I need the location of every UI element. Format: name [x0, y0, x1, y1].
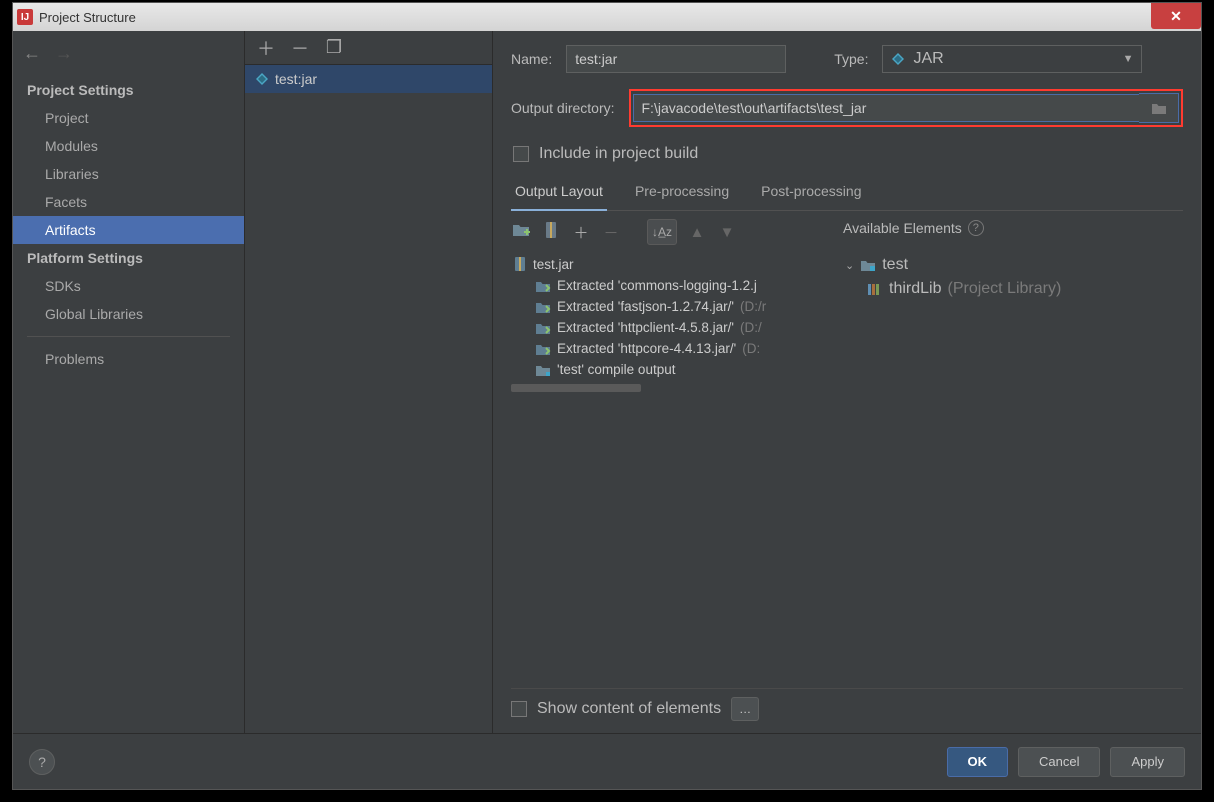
output-layout-tree: test.jar Extracted 'commons-logging-1.2.… — [511, 253, 825, 680]
tree-item-label: Extracted 'commons-logging-1.2.j — [557, 278, 757, 293]
artifact-toolbar: ＋ － ❐ — [245, 31, 492, 65]
jar-type-icon — [891, 52, 905, 66]
tree-item[interactable]: Extracted 'fastjson-1.2.74.jar/' (D:/r — [511, 296, 825, 317]
titlebar: IJ Project Structure ✕ — [13, 3, 1201, 31]
nav-arrows: ← → — [13, 39, 244, 76]
module-icon — [860, 258, 876, 272]
outdir-highlight — [629, 89, 1184, 127]
show-content-options-button[interactable]: … — [731, 697, 759, 721]
tree-item-label: 'test' compile output — [557, 362, 675, 377]
tree-item[interactable]: 'test' compile output — [511, 359, 825, 380]
available-module-label: test — [882, 256, 908, 274]
output-directory-input[interactable] — [633, 94, 1140, 122]
library-icon — [867, 282, 883, 296]
scrollbar-horizontal[interactable] — [511, 384, 641, 392]
ok-button[interactable]: OK — [947, 747, 1009, 777]
sidebar-separator — [27, 336, 230, 337]
show-content-checkbox[interactable] — [511, 701, 527, 717]
artifact-item[interactable]: test:jar — [245, 65, 492, 93]
folder-icon — [535, 363, 551, 377]
tab-pre-processing[interactable]: Pre-processing — [631, 177, 733, 210]
apply-button[interactable]: Apply — [1110, 747, 1185, 777]
tree-item[interactable]: Extracted 'commons-logging-1.2.j — [511, 275, 825, 296]
tabs: Output Layout Pre-processing Post-proces… — [511, 177, 1183, 211]
new-folder-button[interactable] — [511, 222, 531, 242]
name-label: Name: — [511, 51, 552, 67]
help-button[interactable]: ? — [29, 749, 55, 775]
tree-item[interactable]: Extracted 'httpclient-4.5.8.jar/' (D:/ — [511, 317, 825, 338]
sidebar-item-libraries[interactable]: Libraries — [13, 160, 244, 188]
sidebar: ← → Project Settings Project Modules Lib… — [13, 31, 245, 733]
artifact-details: Name: Type: JAR ▼ Output directory: — [493, 31, 1201, 733]
extract-icon — [535, 300, 551, 314]
sidebar-item-sdks[interactable]: SDKs — [13, 272, 244, 300]
app-icon: IJ — [17, 9, 33, 25]
type-label: Type: — [834, 51, 868, 67]
copy-artifact-button[interactable]: ❐ — [325, 37, 343, 58]
extract-icon — [535, 342, 551, 356]
tree-item-label: Extracted 'fastjson-1.2.74.jar/' — [557, 299, 734, 314]
available-elements-tree: ⌄ test thirdLib (Project Library) — [843, 253, 1183, 680]
browse-directory-button[interactable] — [1139, 93, 1179, 123]
sidebar-item-facets[interactable]: Facets — [13, 188, 244, 216]
remove-artifact-button[interactable]: － — [291, 35, 309, 61]
available-library[interactable]: thirdLib (Project Library) — [843, 277, 1183, 301]
artifact-item-label: test:jar — [275, 71, 317, 87]
sidebar-item-problems[interactable]: Problems — [13, 345, 244, 373]
tree-item[interactable]: Extracted 'httpcore-4.4.13.jar/' (D: — [511, 338, 825, 359]
name-input[interactable] — [566, 45, 786, 73]
tab-post-processing[interactable]: Post-processing — [757, 177, 865, 210]
move-up-button[interactable]: ▲ — [687, 224, 707, 241]
available-library-label: thirdLib — [889, 280, 941, 298]
include-build-checkbox[interactable] — [513, 146, 529, 162]
outdir-label: Output directory: — [511, 100, 615, 116]
close-button[interactable]: ✕ — [1151, 3, 1201, 29]
tab-output-layout[interactable]: Output Layout — [511, 177, 607, 211]
sidebar-heading-project: Project Settings — [13, 76, 244, 104]
available-library-suffix: (Project Library) — [947, 280, 1061, 298]
cancel-button[interactable]: Cancel — [1018, 747, 1100, 777]
artifact-list: test:jar — [245, 65, 492, 733]
window-title: Project Structure — [39, 10, 136, 25]
extract-icon — [535, 321, 551, 335]
extract-icon — [535, 279, 551, 293]
dialog-footer: ? OK Cancel Apply — [13, 733, 1201, 789]
type-value-label: JAR — [913, 50, 943, 68]
sidebar-item-artifacts[interactable]: Artifacts — [13, 216, 244, 244]
sidebar-heading-platform: Platform Settings — [13, 244, 244, 272]
tree-item-label: Extracted 'httpcore-4.4.13.jar/' — [557, 341, 736, 356]
nav-back-icon[interactable]: ← — [23, 43, 41, 64]
available-elements-label: Available Elements — [843, 220, 962, 236]
tree-root[interactable]: test.jar — [511, 253, 825, 275]
jar-icon — [513, 256, 527, 272]
layout-toolbar: ＋ － ↓A̲z ▲ ▼ Available Elements ? — [511, 211, 1183, 253]
tree-item-label: Extracted 'httpclient-4.5.8.jar/' — [557, 320, 734, 335]
chevron-down-icon: ▼ — [1123, 53, 1134, 65]
available-help-icon[interactable]: ? — [968, 220, 984, 236]
sidebar-item-global-libraries[interactable]: Global Libraries — [13, 300, 244, 328]
chevron-down-icon: ⌄ — [845, 259, 854, 272]
type-select[interactable]: JAR ▼ — [882, 45, 1142, 73]
sort-button[interactable]: ↓A̲z — [647, 219, 677, 245]
artifact-icon — [255, 72, 269, 86]
add-artifact-button[interactable]: ＋ — [257, 35, 275, 61]
tree-root-label: test.jar — [533, 257, 574, 272]
available-module[interactable]: ⌄ test — [843, 253, 1183, 277]
sidebar-item-project[interactable]: Project — [13, 104, 244, 132]
project-structure-dialog: IJ Project Structure ✕ ← → Project Setti… — [12, 2, 1202, 790]
remove-item-button[interactable]: － — [601, 222, 621, 243]
include-build-label: Include in project build — [539, 145, 698, 163]
add-copy-button[interactable]: ＋ — [571, 222, 591, 243]
artifact-list-panel: ＋ － ❐ test:jar — [245, 31, 493, 733]
nav-forward-icon: → — [55, 43, 73, 64]
show-content-label: Show content of elements — [537, 700, 721, 718]
new-archive-button[interactable] — [541, 221, 561, 243]
sidebar-item-modules[interactable]: Modules — [13, 132, 244, 160]
move-down-button[interactable]: ▼ — [717, 224, 737, 241]
